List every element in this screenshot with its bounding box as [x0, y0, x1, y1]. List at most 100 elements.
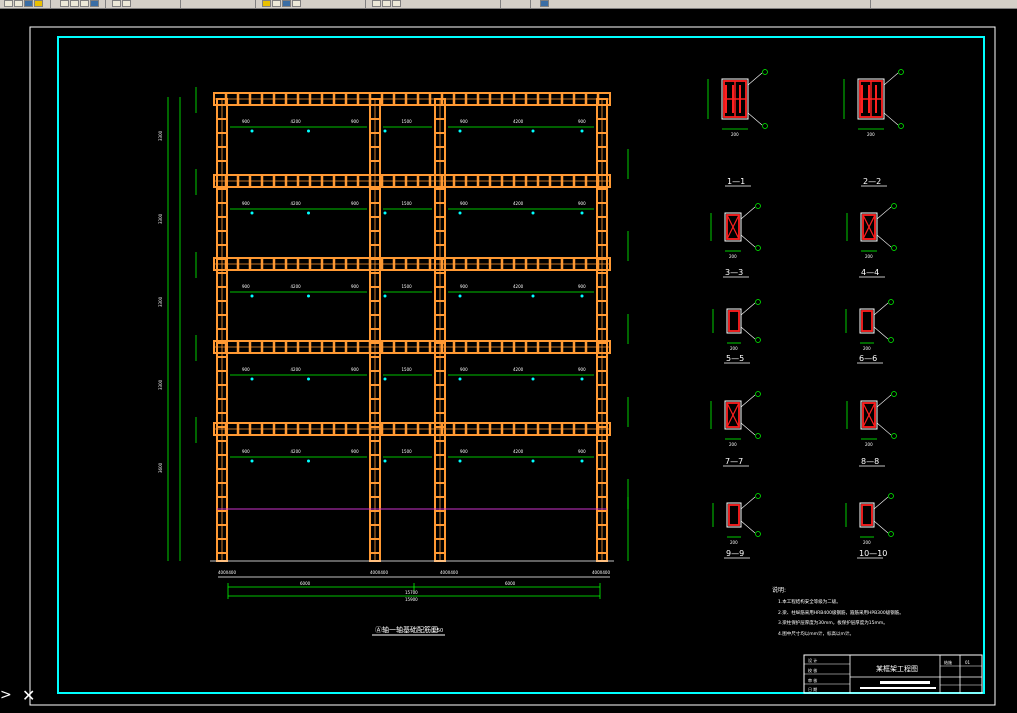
- beam-span-label: 4200: [513, 367, 524, 372]
- section-5: 200 5—5: [712, 299, 761, 364]
- section-width-label: 200: [729, 442, 737, 447]
- axis-label-2: 400X400: [370, 570, 388, 575]
- section-label: 9—9: [726, 549, 744, 558]
- beam-end-label: 900: [242, 284, 250, 289]
- section-details: 200 1—1 200 2—2 200 3—3 200 4—4 200 5—5 200 6—6 200 7…: [707, 69, 904, 559]
- beam-end-label: 900: [351, 201, 359, 206]
- beam-end-label: 900: [460, 119, 468, 124]
- beam-end-label: 900: [578, 201, 586, 206]
- section-label: 5—5: [726, 354, 744, 363]
- toolbar-separator: [870, 0, 871, 8]
- pan-icon[interactable]: [122, 0, 131, 7]
- beam-span-label: 4200: [513, 284, 524, 289]
- redo-icon[interactable]: [112, 0, 121, 7]
- mid-span-label: 1500: [402, 367, 413, 372]
- beam-end-label: 900: [460, 367, 468, 372]
- open-icon[interactable]: [14, 0, 23, 7]
- section-width-label: 200: [731, 132, 739, 137]
- beam-end-label: 900: [242, 367, 250, 372]
- copy-icon[interactable]: [70, 0, 79, 7]
- beam-end-label: 900: [242, 119, 250, 124]
- notes-block: 说明: 1.本工程结构安全等级为二级。 2.梁、柱纵筋采用HRB400级钢筋，箍…: [772, 586, 904, 637]
- beam-end-label: 900: [242, 449, 250, 454]
- mid-span-label: 1500: [402, 201, 413, 206]
- story-height-4: 3300: [158, 379, 163, 390]
- section-width-label: 200: [863, 540, 871, 545]
- title-row2: 校 核: [808, 667, 817, 673]
- beam-end-label: 900: [460, 284, 468, 289]
- toolbar: [0, 0, 1017, 9]
- title-row1: 设 计: [808, 657, 817, 663]
- story-height-5: 3600: [158, 462, 163, 473]
- section-width-label: 200: [863, 346, 871, 351]
- new-icon[interactable]: [4, 0, 13, 7]
- drawing-canvas[interactable]: 4200 4200 1500 900 900 900 900 4200 4200 1500 900 9…: [0, 9, 1017, 713]
- story-height-3: 3300: [158, 296, 163, 307]
- beam-end-label: 900: [578, 119, 586, 124]
- dim-total: 15900: [405, 597, 418, 602]
- section-width-label: 200: [865, 442, 873, 447]
- mid-span-label: 1500: [402, 119, 413, 124]
- layer-icon[interactable]: [382, 0, 391, 7]
- beam-span-label: 4200: [291, 119, 302, 124]
- toolbar-separator: [180, 0, 181, 8]
- section-width-label: 200: [730, 346, 738, 351]
- section-9: 200 9—9: [712, 493, 761, 559]
- beam-end-label: 900: [460, 449, 468, 454]
- toolbar-separator: [255, 0, 256, 8]
- paste-icon[interactable]: [80, 0, 89, 7]
- notes-title: 说明:: [772, 586, 786, 594]
- beam-span-label: 4200: [513, 449, 524, 454]
- save-icon[interactable]: [24, 0, 33, 7]
- section-label: 10—10: [859, 549, 887, 558]
- section-width-label: 200: [730, 540, 738, 545]
- mid-span-label: 1500: [402, 449, 413, 454]
- linetype-icon[interactable]: [540, 0, 549, 7]
- note-1: 1.本工程结构安全等级为二级。: [778, 598, 841, 605]
- section-width-label: 200: [867, 132, 875, 137]
- section-2: 200 2—2: [843, 69, 904, 187]
- frame-elevation: 4200 4200 1500 900 900 900 900 4200 4200 1500 900 9…: [195, 87, 629, 562]
- beam-end-label: 900: [460, 201, 468, 206]
- sheet-outer-border: [29, 26, 996, 706]
- beam-span-label: 4200: [513, 119, 524, 124]
- beam-span-label: 4200: [291, 284, 302, 289]
- beam-span-label: 4200: [291, 449, 302, 454]
- undo-icon[interactable]: [90, 0, 99, 7]
- zoom-realtime-icon[interactable]: [262, 0, 271, 7]
- zoom-window-icon[interactable]: [272, 0, 281, 7]
- beam-end-label: 900: [351, 367, 359, 372]
- toolbar-separator: [500, 0, 501, 8]
- title-row4: 日 期: [808, 686, 817, 692]
- toolbar-separator: [530, 0, 531, 8]
- section-7: 200 7—7: [710, 391, 761, 467]
- axis-label-1: 400X400: [218, 570, 236, 575]
- section-6: 200 6—6: [845, 299, 894, 364]
- story-height-2: 3300: [158, 213, 163, 224]
- note-2: 2.梁、柱纵筋采用HRB400级钢筋，箍筋采用HPB300级钢筋。: [778, 609, 904, 616]
- title-project: 某框架工程图: [876, 664, 918, 673]
- section-8: 200 8—8: [846, 391, 897, 467]
- toolbar-separator: [105, 0, 106, 8]
- zoom-previous-icon[interactable]: [282, 0, 291, 7]
- beam-end-label: 900: [242, 201, 250, 206]
- print-icon[interactable]: [34, 0, 43, 7]
- axis-label-3: 400X400: [440, 570, 458, 575]
- section-label: 8—8: [861, 457, 879, 466]
- left-dimensions: 3300 3300 3300 3300 3600: [158, 97, 181, 561]
- section-label: 1—1: [727, 177, 745, 186]
- section-label: 7—7: [725, 457, 743, 466]
- title-row3: 审 核: [808, 677, 817, 683]
- cut-icon[interactable]: [60, 0, 69, 7]
- text-style-icon[interactable]: [372, 0, 381, 7]
- toolbar-separator: [365, 0, 366, 8]
- title-block: 设 计 校 核 审 核 日 期 某框架工程图 结施 01: [803, 654, 983, 694]
- dim-left-span: 6000: [300, 581, 311, 586]
- beam-span-label: 4200: [291, 367, 302, 372]
- beam-span-label: 4200: [291, 201, 302, 206]
- section-10: 200 10—10: [845, 493, 894, 559]
- color-icon[interactable]: [392, 0, 401, 7]
- properties-icon[interactable]: [292, 0, 301, 7]
- title-sheet: 01: [965, 660, 971, 665]
- note-4: 4.图中尺寸均以mm计，标高以m计。: [778, 630, 854, 637]
